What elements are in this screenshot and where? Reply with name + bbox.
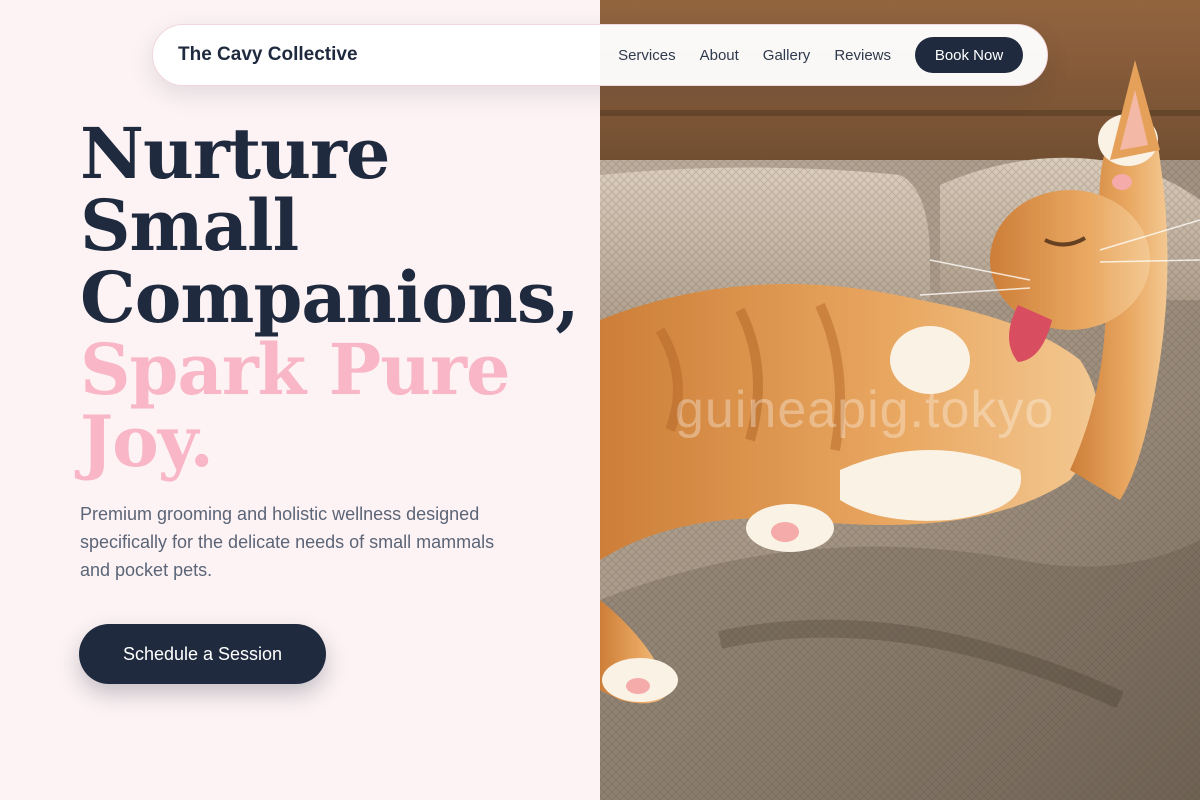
image-watermark: guineapig.tokyo <box>675 381 1055 439</box>
hero-section: Nurture Small Companions, Spark Pure Joy… <box>0 0 600 800</box>
top-navigation: The Cavy Collective Services About Galle… <box>152 24 1048 86</box>
schedule-session-button[interactable]: Schedule a Session <box>79 624 326 684</box>
hero-headline: Nurture Small Companions, Spark Pure Joy… <box>80 118 580 478</box>
nav-link-about[interactable]: About <box>700 47 739 64</box>
headline-accent-line-1: Spark Pure <box>80 328 511 411</box>
nav-link-reviews[interactable]: Reviews <box>834 47 891 64</box>
headline-accent-line-2: Joy. <box>80 400 214 483</box>
brand-logo-text[interactable]: The Cavy Collective <box>178 44 358 66</box>
headline-line-3: Companions, <box>80 256 580 339</box>
book-now-button[interactable]: Book Now <box>915 37 1023 73</box>
hero-subtitle: Premium grooming and holistic wellness d… <box>80 504 495 580</box>
headline-line-2: Small <box>80 184 299 267</box>
nav-links: Services About Gallery Reviews Book Now <box>618 37 1023 73</box>
hero-cat-photo: guineapig.tokyo <box>600 0 1200 800</box>
headline-line-1: Nurture <box>80 112 390 195</box>
nav-link-services[interactable]: Services <box>618 47 676 64</box>
nav-link-gallery[interactable]: Gallery <box>763 47 811 64</box>
